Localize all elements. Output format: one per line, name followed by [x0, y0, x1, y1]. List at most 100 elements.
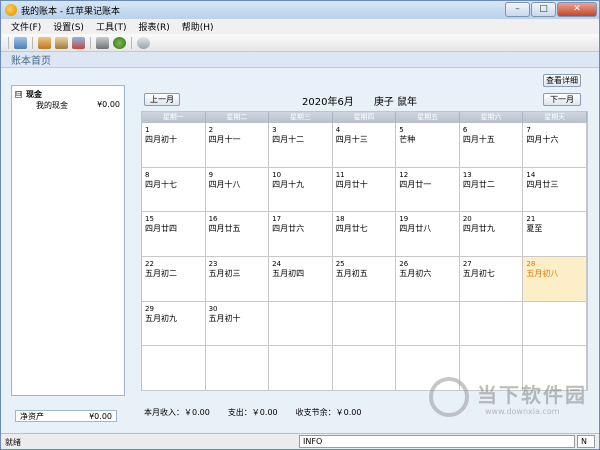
- calendar-empty-cell: [332, 346, 397, 391]
- day-number: 17: [272, 215, 282, 224]
- lunar-date: 四月廿七: [335, 224, 368, 234]
- month-summary: 本月收入：￥0.00 支出：￥0.00 收支节余：￥0.00: [144, 407, 361, 418]
- day-number: 21: [526, 215, 536, 224]
- next-month-button[interactable]: 下一月: [543, 93, 581, 106]
- calendar-day-cell[interactable]: 16 四月廿五: [205, 212, 270, 257]
- calendar-day-cell[interactable]: 25 五月初五: [332, 257, 397, 302]
- ganzhi-label: 庚子 鼠年: [373, 97, 417, 108]
- day-number: 29: [145, 304, 154, 313]
- day-number: 4: [335, 126, 341, 134]
- app-icon: [5, 4, 17, 16]
- tree-node-cash[interactable]: ⊟ 现金: [15, 89, 42, 100]
- calendar-day-cell[interactable]: 29 五月初九: [142, 301, 206, 347]
- book-icon[interactable]: [38, 36, 51, 49]
- weekday-wed: 星期三: [269, 112, 333, 123]
- calendar-day-cell[interactable]: 21 夏至: [523, 212, 587, 257]
- home-icon[interactable]: [14, 36, 27, 49]
- lunar-date: 夏至: [526, 224, 543, 234]
- lunar-date: 四月廿九: [462, 224, 495, 234]
- day-number: 1: [145, 126, 150, 134]
- lunar-date: 四月十五: [462, 135, 495, 144]
- calendar-empty-cell: [269, 346, 333, 391]
- toolbar: [1, 34, 599, 52]
- menu-help[interactable]: 帮助(H): [182, 20, 214, 33]
- day-number: 14: [526, 170, 536, 179]
- calendar-day-cell[interactable]: 4 四月十三: [332, 123, 397, 168]
- calendar-day-cell[interactable]: 24 五月初四: [269, 257, 333, 302]
- net-assets-value: ¥0.00: [89, 411, 112, 421]
- calendar-day-cell[interactable]: 18 四月廿七: [332, 212, 397, 257]
- menu-tools[interactable]: 工具(T): [96, 20, 127, 33]
- calendar-days: 1 四月初十 2 四月十一 3 四月十二 4 四月十三 5 芒种 6 四月十五 7 四月十六 8 四月十七 9 四…: [142, 123, 587, 391]
- lunar-date: 四月廿八: [399, 224, 432, 234]
- lunar-date: 五月初三: [208, 269, 241, 278]
- lunar-date: 四月廿三: [526, 179, 559, 189]
- calendar-day-cell[interactable]: 22 五月初二: [142, 257, 206, 302]
- calendar-day-cell[interactable]: 9 四月十八: [205, 167, 270, 213]
- day-number: 26: [399, 260, 409, 268]
- calendar-empty-cell: [396, 301, 460, 347]
- prev-month-button[interactable]: 上一月: [144, 93, 180, 106]
- calendar-day-cell[interactable]: 17 四月廿六: [269, 212, 333, 257]
- watermark-url: www.downxia.com: [485, 407, 560, 416]
- lunar-date: 四月十六: [526, 135, 559, 144]
- calendar-day-cell[interactable]: 10 四月十九: [269, 167, 333, 213]
- calendar-day-cell[interactable]: 14 四月廿三: [523, 167, 587, 213]
- view-details-button[interactable]: 查看详细: [543, 74, 581, 87]
- collapse-icon[interactable]: ⊟: [15, 91, 22, 98]
- weekday-fri: 星期五: [396, 112, 460, 123]
- maximize-button[interactable]: □: [531, 2, 556, 17]
- calendar-day-cell[interactable]: 15 四月廿四: [142, 212, 206, 257]
- window-title: 我的账本 - 红苹果记账本: [21, 6, 120, 17]
- window-controls: – □ ✕: [505, 2, 597, 17]
- tree-node-my-cash[interactable]: 我的现金 ¥0.00: [36, 100, 120, 111]
- calendar-day-cell[interactable]: 28 五月初八: [523, 257, 587, 302]
- calendar-day-cell[interactable]: 2 四月十一: [205, 123, 270, 168]
- calendar-day-cell[interactable]: 5 芒种: [396, 123, 460, 168]
- close-button[interactable]: ✕: [557, 2, 597, 17]
- status-mode: N: [577, 435, 595, 448]
- calendar-day-cell[interactable]: 26 五月初六: [396, 257, 460, 302]
- box-icon[interactable]: [55, 36, 68, 49]
- day-number: 9: [208, 170, 214, 179]
- lunar-date: 四月廿十: [335, 179, 368, 189]
- balance-total: 收支节余：￥0.00: [295, 408, 362, 417]
- chat-icon[interactable]: [137, 36, 150, 49]
- calendar-day-cell[interactable]: 23 五月初三: [205, 257, 270, 302]
- day-number: 7: [526, 126, 531, 134]
- lunar-date: 四月十八: [208, 179, 241, 189]
- toolbar-separator: [90, 36, 91, 49]
- calendar-day-cell[interactable]: 1 四月初十: [142, 123, 206, 168]
- day-number: 15: [145, 215, 154, 224]
- calendar-day-cell[interactable]: 11 四月廿十: [332, 167, 397, 213]
- calendar-day-cell[interactable]: 6 四月十五: [459, 123, 524, 168]
- account-name: 我的现金: [36, 101, 68, 110]
- minimize-button[interactable]: –: [505, 2, 530, 17]
- expense-total: 支出：￥0.00: [227, 408, 278, 417]
- calendar-day-cell[interactable]: 20 四月廿九: [459, 212, 524, 257]
- weekday-header: 星期一 星期二 星期三 星期四 星期五 星期六 星期天: [142, 112, 588, 123]
- calendar-day-cell[interactable]: 7 四月十六: [523, 123, 587, 168]
- tab-ledger-home[interactable]: 账本首页: [11, 52, 51, 67]
- calendar-day-cell[interactable]: 12 四月廿一: [396, 167, 460, 213]
- lunar-date: 四月十三: [335, 135, 368, 144]
- people-icon[interactable]: [72, 36, 85, 49]
- day-number: 18: [335, 215, 345, 224]
- menu-reports[interactable]: 报表(R): [138, 20, 169, 33]
- calendar-day-cell[interactable]: 8 四月十七: [142, 167, 206, 213]
- calendar-day-cell[interactable]: 13 四月廿二: [459, 167, 524, 213]
- calculator-icon[interactable]: [96, 36, 109, 49]
- menu-file[interactable]: 文件(F): [11, 20, 41, 33]
- calendar-day-cell[interactable]: 19 四月廿八: [396, 212, 460, 257]
- calendar-day-cell[interactable]: 30 五月初十: [205, 301, 270, 347]
- lunar-date: 五月初四: [272, 269, 305, 278]
- lunar-date: 四月十一: [208, 135, 241, 144]
- day-number: 19: [399, 215, 409, 224]
- apple-icon[interactable]: [113, 36, 126, 49]
- calendar-day-cell[interactable]: 3 四月十二: [269, 123, 333, 168]
- month-title: 2020年6月 庚子 鼠年: [302, 93, 417, 108]
- toolbar-separator: [131, 36, 132, 49]
- calendar-day-cell[interactable]: 27 五月初七: [459, 257, 524, 302]
- menu-settings[interactable]: 设置(S): [53, 20, 84, 33]
- day-number: 11: [335, 170, 345, 179]
